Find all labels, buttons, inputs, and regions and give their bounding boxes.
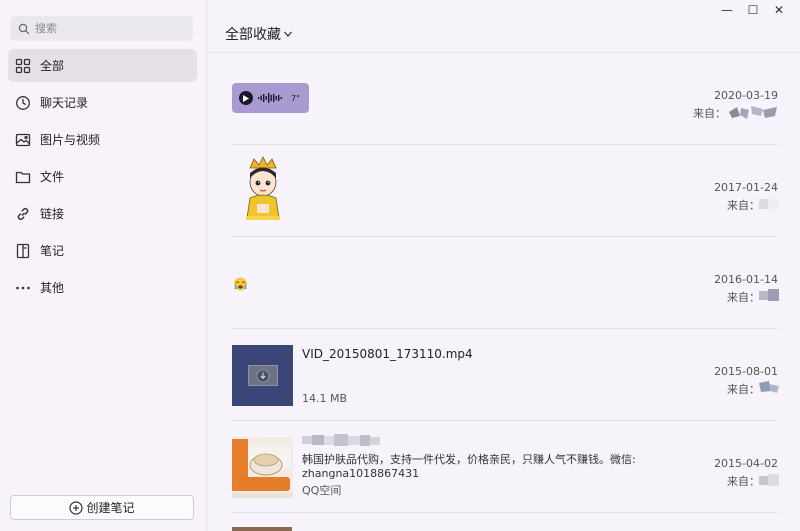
main-panel: 全部收藏 7" 2020-03-19 来自： 2017-01-24 来自： 20… bbox=[208, 0, 800, 531]
item-date: 2015-08-01 bbox=[714, 365, 778, 378]
favorite-item-link[interactable]: 韩国护肤品代购，支持一件代发，价格亲民，只赚人气不赚钱。微信: zhangna1… bbox=[232, 421, 779, 513]
link-description: 韩国护肤品代购，支持一件代发，价格亲民，只赚人气不赚钱。微信: bbox=[302, 453, 636, 466]
divider bbox=[208, 52, 800, 53]
play-icon[interactable] bbox=[239, 91, 253, 105]
sidebar-nav: 全部 聊天记录 图片与视频 文件 链接 笔记 其他 bbox=[8, 49, 197, 308]
close-button[interactable]: ✕ bbox=[766, 2, 792, 18]
voice-duration: 7" bbox=[291, 93, 300, 103]
sidebar-item-label: 聊天记录 bbox=[40, 96, 89, 110]
sidebar-item-images-videos[interactable]: 图片与视频 bbox=[8, 123, 197, 156]
sidebar: 全部 聊天记录 图片与视频 文件 链接 笔记 其他 创建笔记 bbox=[0, 0, 207, 531]
sidebar-item-label: 图片与视频 bbox=[40, 133, 101, 147]
video-file-thumbnail[interactable] bbox=[232, 345, 293, 406]
blurred-source-name bbox=[759, 197, 779, 211]
more-icon bbox=[14, 279, 31, 296]
waveform-icon bbox=[258, 93, 282, 103]
search-box[interactable] bbox=[10, 16, 193, 41]
sidebar-item-label: 全部 bbox=[40, 59, 65, 73]
create-note-label: 创建笔记 bbox=[86, 501, 135, 515]
sidebar-item-chat-history[interactable]: 聊天记录 bbox=[8, 86, 197, 119]
item-date: 2016-01-14 bbox=[714, 273, 778, 286]
folder-icon bbox=[14, 168, 31, 185]
favorite-item-partial[interactable] bbox=[232, 527, 292, 531]
clock-icon bbox=[14, 94, 31, 111]
sidebar-item-label: 笔记 bbox=[40, 244, 65, 258]
link-icon bbox=[14, 205, 31, 222]
search-icon bbox=[18, 23, 30, 34]
video-placeholder bbox=[247, 365, 278, 386]
sidebar-item-label: 链接 bbox=[40, 207, 65, 221]
crying-face-emoji bbox=[234, 277, 247, 291]
image-icon bbox=[14, 131, 31, 148]
download-icon bbox=[256, 369, 269, 382]
plus-circle-icon bbox=[69, 500, 84, 515]
favorites-filter-dropdown[interactable]: 全部收藏 bbox=[225, 24, 293, 44]
blurred-source-name bbox=[759, 381, 779, 393]
favorite-item-voice[interactable]: 7" 2020-03-19 来自： bbox=[232, 83, 778, 145]
sidebar-item-other[interactable]: 其他 bbox=[8, 271, 197, 304]
note-icon bbox=[14, 242, 31, 259]
blurred-link-title bbox=[302, 434, 380, 446]
sidebar-item-files[interactable]: 文件 bbox=[8, 160, 197, 193]
page-title: 全部收藏 bbox=[225, 27, 281, 43]
cartoon-sticker-image bbox=[246, 156, 280, 220]
maximize-button[interactable]: ☐ bbox=[740, 2, 766, 18]
search-input[interactable] bbox=[35, 22, 185, 35]
blurred-source-name bbox=[759, 474, 779, 486]
file-name: VID_20150801_173110.mp4 bbox=[302, 347, 473, 361]
item-source-label: 来自： bbox=[727, 475, 760, 488]
link-source: QQ空间 bbox=[302, 484, 342, 497]
product-thumbnail-image bbox=[232, 437, 293, 498]
favorite-item-sticker[interactable]: 2017-01-24 来自： bbox=[232, 145, 779, 237]
item-date: 2017-01-24 bbox=[714, 181, 778, 194]
chevron-down-icon bbox=[284, 31, 292, 37]
blurred-source-name bbox=[729, 106, 777, 119]
item-date: 2020-03-19 bbox=[714, 89, 778, 102]
window-controls: — ☐ ✕ bbox=[714, 2, 792, 18]
link-description-line2: zhangna1018867431 bbox=[302, 467, 420, 480]
item-date: 2015-04-02 bbox=[714, 457, 778, 470]
item-source-label: 来自： bbox=[727, 291, 760, 304]
file-size: 14.1 MB bbox=[302, 392, 348, 405]
item-source-label: 来自： bbox=[727, 383, 760, 396]
favorite-item-emoji[interactable]: 2016-01-14 来自： bbox=[232, 237, 779, 329]
item-source-label: 来自： bbox=[693, 107, 726, 120]
item-source-label: 来自： bbox=[727, 199, 760, 212]
voice-message-bubble[interactable]: 7" bbox=[232, 83, 309, 113]
sidebar-item-label: 文件 bbox=[40, 170, 65, 184]
favorite-item-file[interactable]: VID_20150801_173110.mp4 14.1 MB 2015-08-… bbox=[232, 329, 779, 421]
sidebar-item-label: 其他 bbox=[40, 281, 65, 295]
grid-icon bbox=[14, 57, 31, 74]
blurred-source-name bbox=[759, 289, 779, 301]
create-note-button[interactable]: 创建笔记 bbox=[10, 495, 194, 520]
sidebar-item-links[interactable]: 链接 bbox=[8, 197, 197, 230]
minimize-button[interactable]: — bbox=[714, 2, 740, 18]
sidebar-item-all[interactable]: 全部 bbox=[8, 49, 197, 82]
sidebar-item-notes[interactable]: 笔记 bbox=[8, 234, 197, 267]
